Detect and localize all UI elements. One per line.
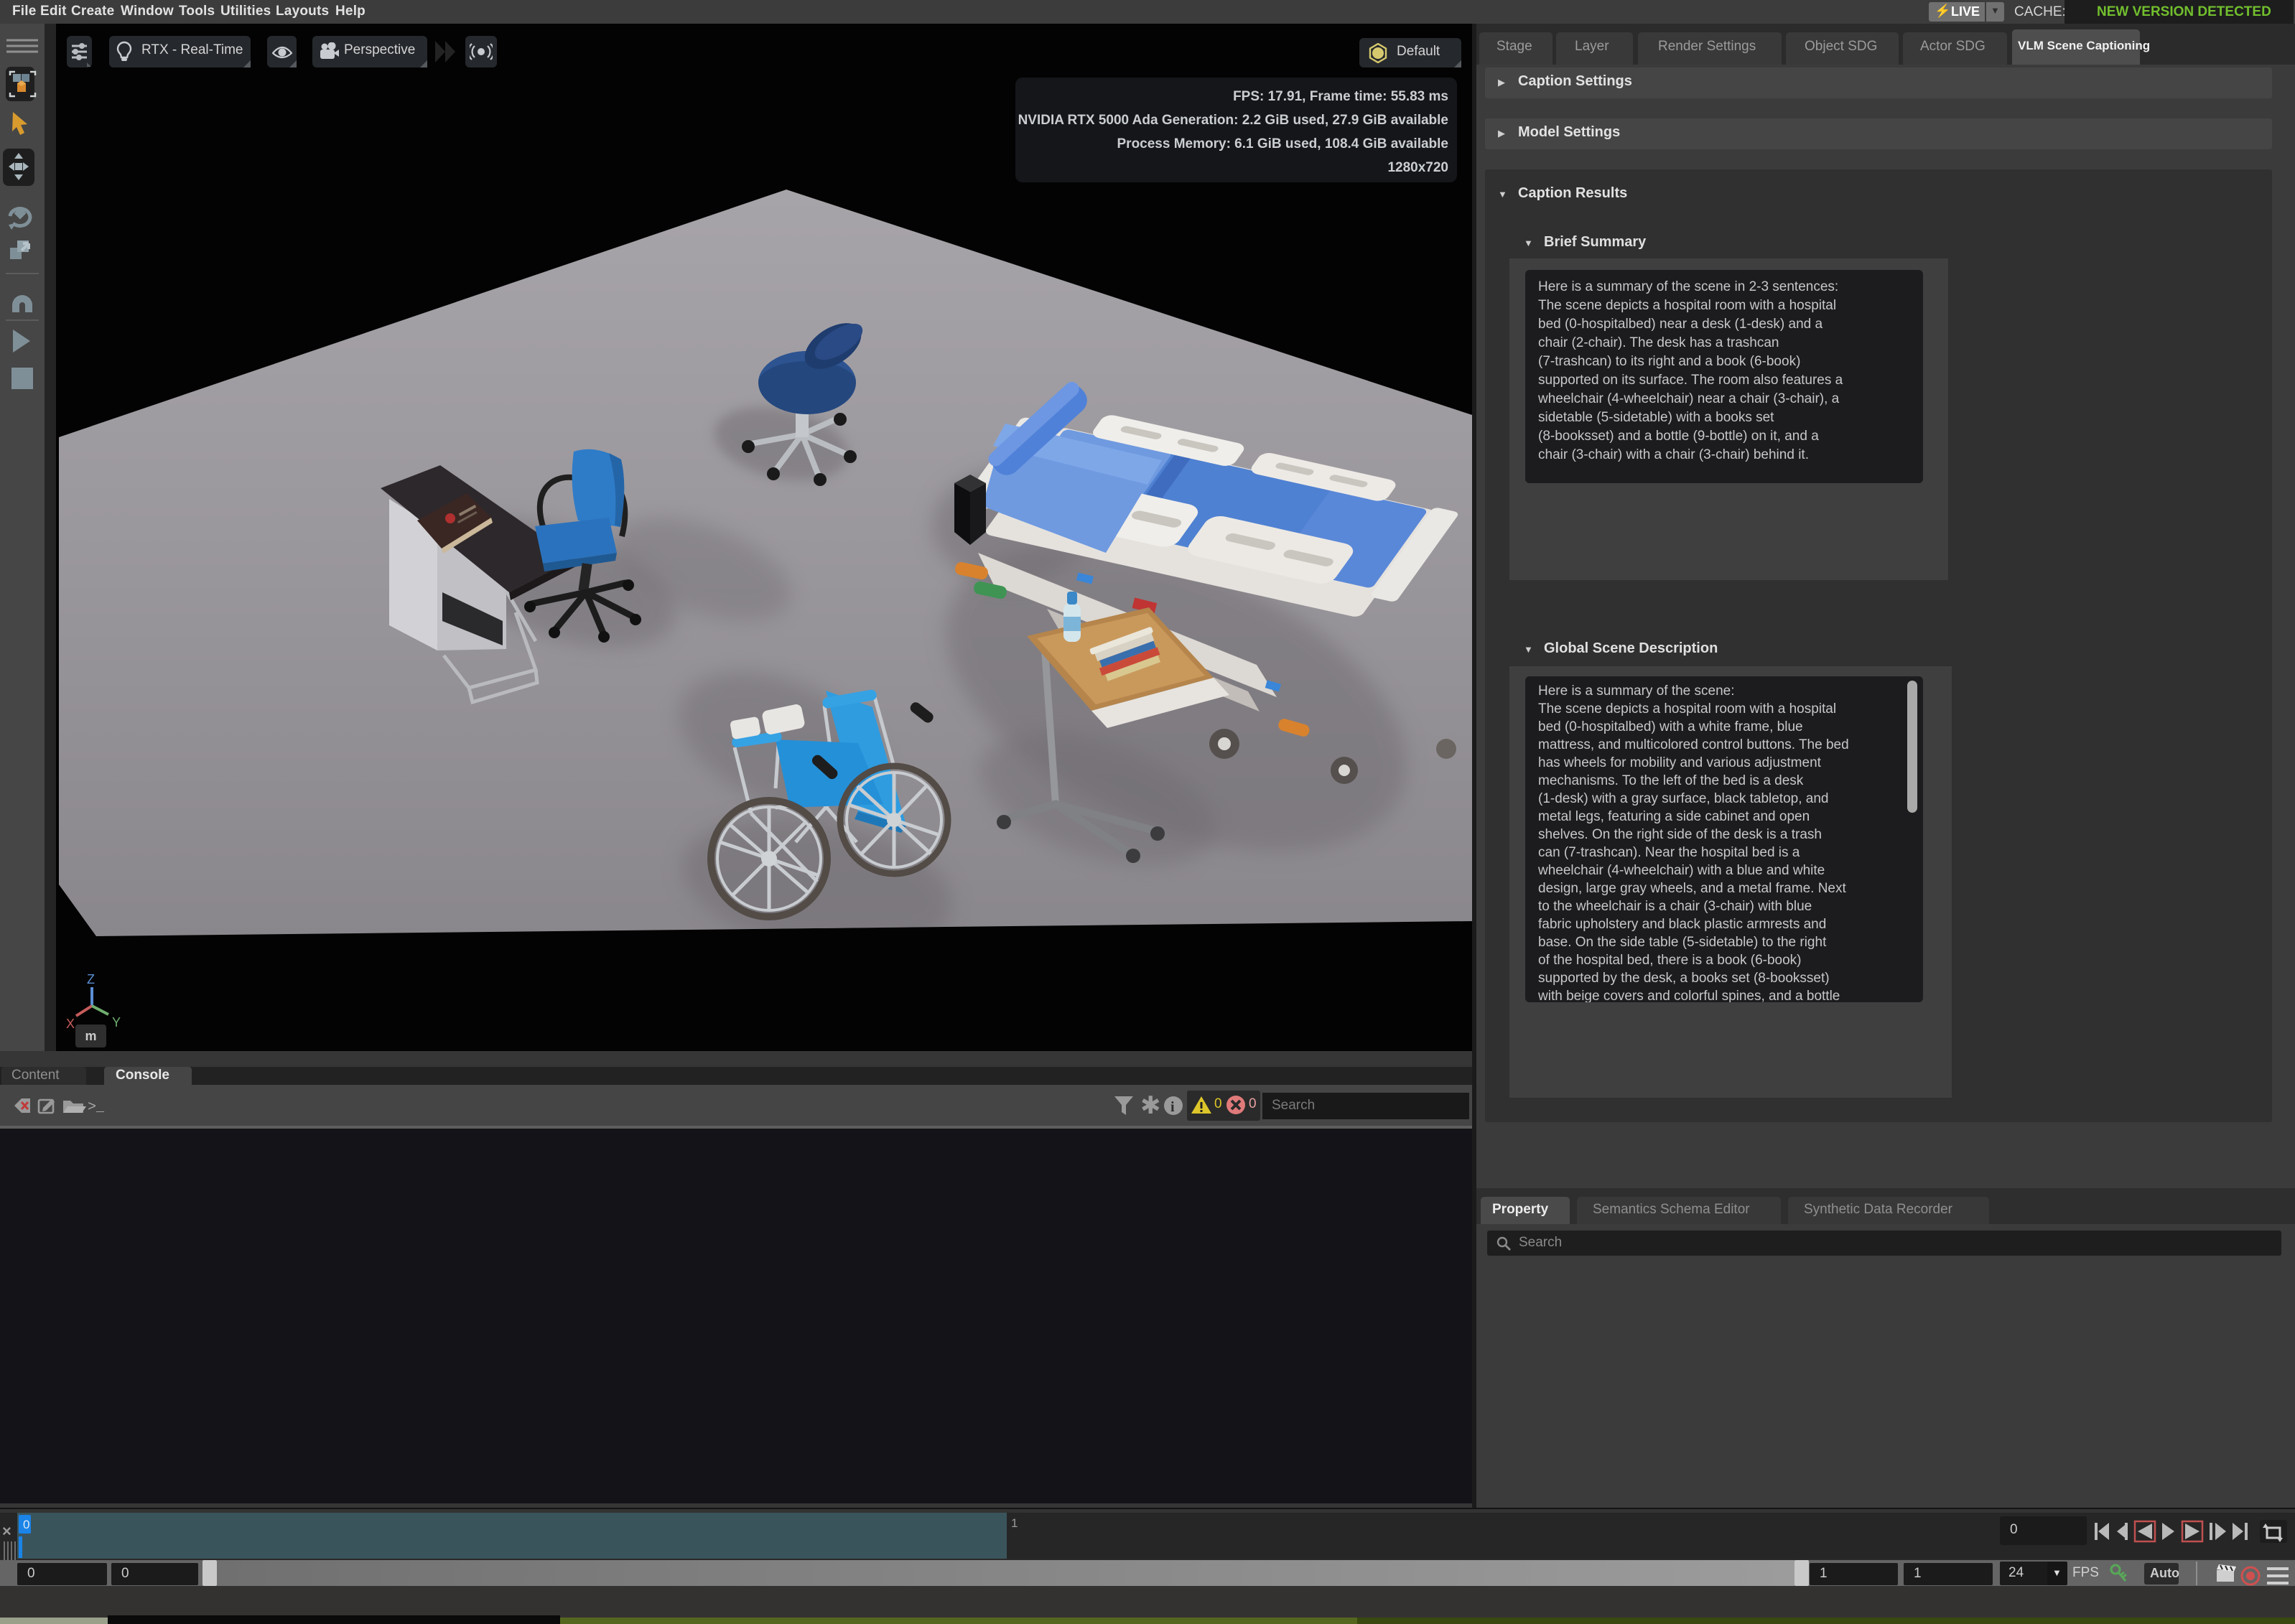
svg-text:Y: Y [112,1015,121,1029]
svg-text:i: i [1170,1099,1175,1115]
svg-text:Z: Z [87,972,95,986]
svg-text:X: X [66,1017,75,1029]
svg-text:✱: ✱ [1140,1092,1161,1119]
svg-text:>_: >_ [88,1099,104,1116]
